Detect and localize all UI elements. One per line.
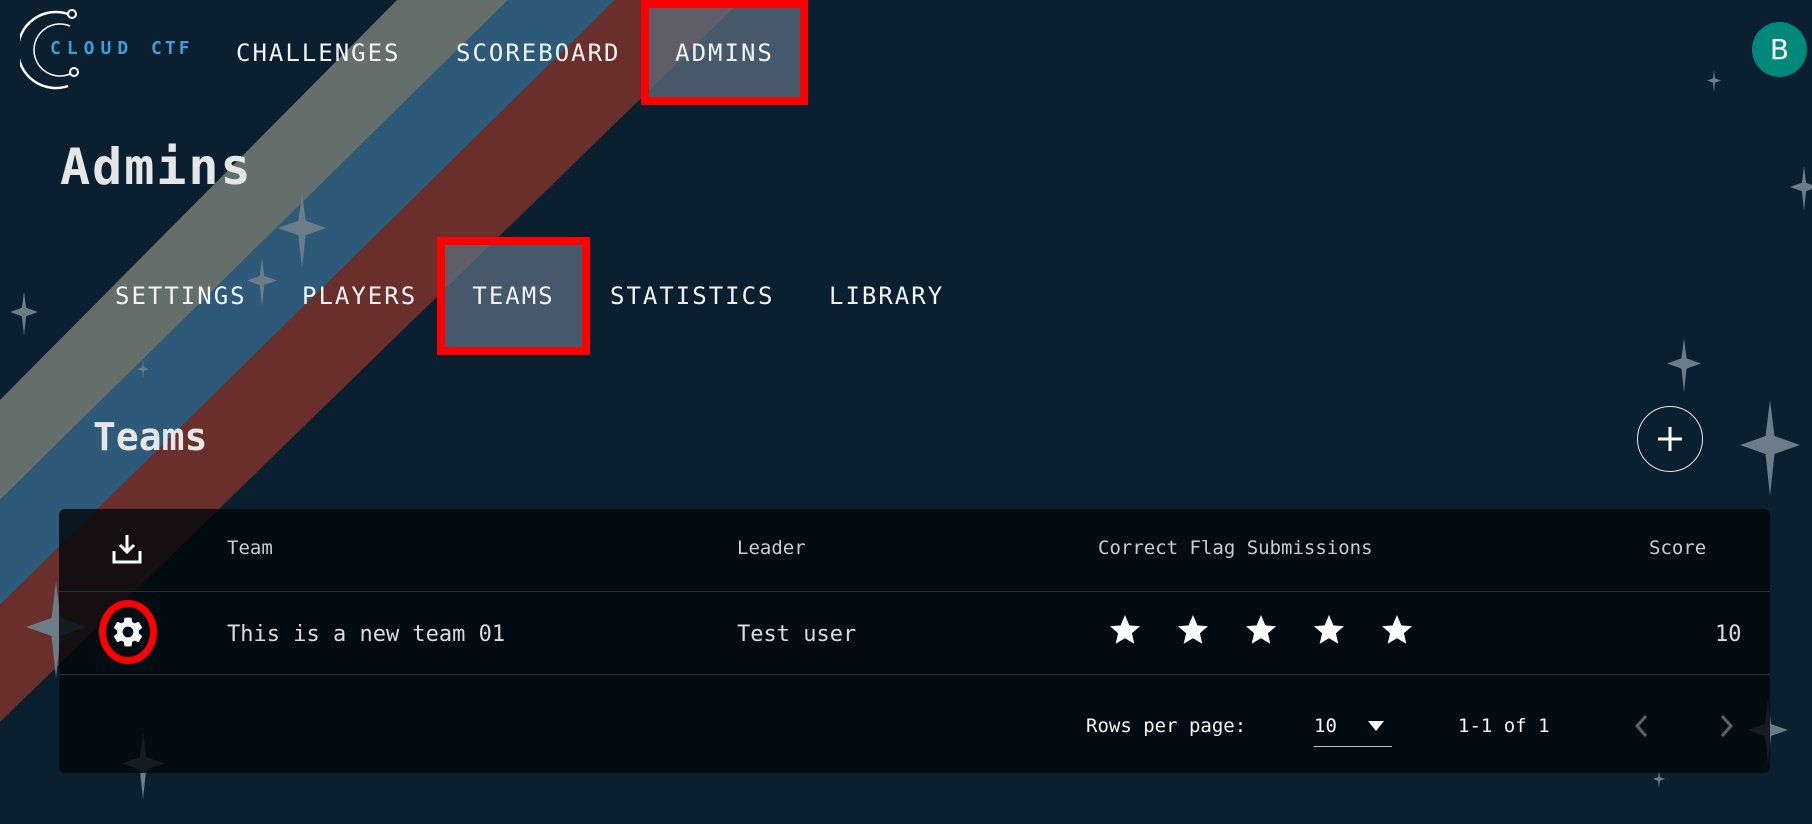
add-team-button[interactable] <box>1637 406 1703 472</box>
section-title: Teams <box>93 415 208 459</box>
nav-challenges[interactable]: CHALLENGES <box>236 0 401 105</box>
nav-admins[interactable]: ADMINS <box>641 0 808 105</box>
tab-library[interactable]: LIBRARY <box>829 237 944 355</box>
download-icon[interactable] <box>109 531 145 567</box>
rows-per-page-value: 10 <box>1314 715 1337 737</box>
cell-score: 10 <box>1715 622 1742 647</box>
logo-text-ctf: CTF <box>151 38 193 59</box>
next-page-button[interactable] <box>1711 709 1741 743</box>
star-icon <box>1178 615 1208 644</box>
plus-icon <box>1658 427 1682 451</box>
sparkle-icon <box>137 360 149 380</box>
tab-teams[interactable]: TEAMS <box>437 237 590 355</box>
rows-per-page-label: Rows per page: <box>1086 715 1247 737</box>
cloud-ctf-logo[interactable]: CLOUD CTF <box>16 8 190 94</box>
sparkle-icon <box>1707 69 1721 93</box>
star-icon <box>1314 615 1344 644</box>
tab-statistics[interactable]: STATISTICS <box>610 237 775 355</box>
sparkle-icon <box>10 290 38 336</box>
rows-per-page-select[interactable]: 10 <box>1314 707 1392 747</box>
teams-table: Team Leader Correct Flag Submissions Sco… <box>59 509 1770 773</box>
sparkle-icon <box>1667 337 1701 393</box>
flag-submission-stars <box>1107 612 1415 648</box>
header-divider <box>59 591 1770 592</box>
page-title: Admins <box>60 138 253 196</box>
cell-team-name[interactable]: This is a new team 01 <box>227 622 505 647</box>
cell-leader: Test user <box>737 622 857 647</box>
team-settings-button[interactable] <box>99 600 157 664</box>
sparkle-icon <box>1740 400 1800 496</box>
tab-settings[interactable]: SETTINGS <box>115 237 247 355</box>
column-header-flag-submissions[interactable]: Correct Flag Submissions <box>1098 537 1373 559</box>
star-icon <box>1382 615 1412 644</box>
chevron-left-icon <box>1634 714 1648 738</box>
logo-text-cloud: CLOUD <box>50 38 135 59</box>
tab-players[interactable]: PLAYERS <box>302 237 417 355</box>
column-header-team[interactable]: Team <box>227 537 273 559</box>
nav-scoreboard[interactable]: SCOREBOARD <box>456 0 621 105</box>
pagination-range: 1-1 of 1 <box>1458 715 1550 737</box>
prev-page-button[interactable] <box>1627 709 1657 743</box>
sparkle-icon <box>1790 165 1812 211</box>
caret-down-icon <box>1368 721 1384 731</box>
chevron-right-icon <box>1720 714 1734 738</box>
column-header-score[interactable]: Score <box>1649 537 1706 559</box>
column-header-leader[interactable]: Leader <box>737 537 806 559</box>
sparkle-icon <box>1653 770 1665 790</box>
select-underline <box>1314 745 1392 747</box>
star-icon <box>1110 615 1140 644</box>
gear-icon <box>113 617 143 647</box>
sparkle-icon <box>247 258 277 306</box>
star-icon <box>1246 615 1276 644</box>
user-avatar[interactable]: B <box>1752 22 1807 77</box>
row-divider <box>59 674 1770 675</box>
